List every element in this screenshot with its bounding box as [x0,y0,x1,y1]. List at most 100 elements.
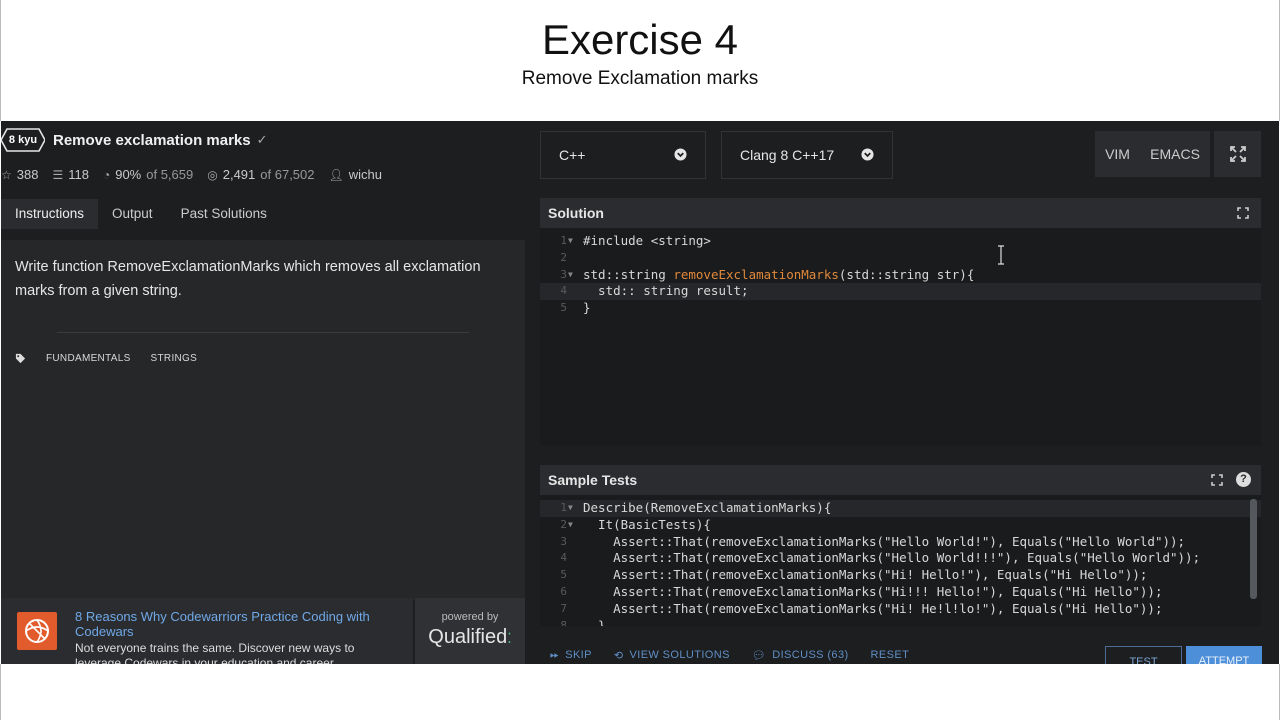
tab-past-solutions[interactable]: Past Solutions [167,199,281,229]
stack-icon: ☰ [52,167,64,182]
version-value: Clang 8 C++17 [740,147,835,163]
sample-tests-title: Sample Tests [548,472,638,488]
discuss-button[interactable]: 💬︎ DISCUSS (63) [752,649,849,662]
satisfaction-total: of 5,659 [146,167,194,182]
tab-output[interactable]: Output [98,199,167,229]
sample-tests-code[interactable]: 1 ▼ Describe(RemoveExclamationMarks){ 2 ▼ It… [540,500,1261,626]
code-text: std:: string result; [583,283,749,300]
language-value: C++ [559,147,586,163]
test-button[interactable]: TEST [1105,646,1182,664]
ad-title[interactable]: 8 Reasons Why Codewarriors Practice Codi… [75,609,395,639]
sample-tests-editor[interactable]: 1 ▼ Describe(RemoveExclamationMarks){ 2 ▼ It… [540,495,1261,626]
solution-header: Solution [540,198,1261,228]
code-text: Assert::That(removeExclamationMarks("Hel… [583,550,1201,566]
star-icon: ☆ [1,167,12,182]
code-text: } [583,300,591,317]
qualified-dots-icon: ⁚ [507,630,512,646]
qualified-badge[interactable]: powered by Qualified⁚ [415,598,525,664]
help-icon[interactable]: ? [1236,472,1251,487]
line-number: 2 [560,250,567,264]
line-number: 1 [560,234,567,247]
rank-badge: 8 kyu [1,128,45,152]
solution-code[interactable]: 1 ▼ #include <string> 2 3 ▼ std::string remove… [540,233,1261,317]
author-stat[interactable]: 👤︎ wichu [329,167,382,182]
fold-arrow-icon: ▼ [568,519,573,529]
completed-stat: ◎ 2,491 of 67,502 [207,167,314,182]
code-line: 1 ▼ Describe(RemoveExclamationMarks){ [540,500,1261,517]
line-number: 6 [560,584,567,598]
qualified-logo: Qualified⁚ [415,626,525,649]
stars-count: 388 [16,167,39,182]
fold-arrow-icon: ▼ [568,503,573,512]
code-line: 2 ▼ It(BasicTests){ [540,517,1261,534]
check-icon: ✓ [256,132,268,147]
fullscreen-button[interactable] [1214,131,1261,177]
slide-title: Exercise 4 [541,16,739,63]
code-segment: (std::string str){ [838,266,975,282]
skip-icon: ⏩︎ [550,648,560,661]
satisfaction-pct: 90% [115,167,142,182]
code-line: 3 Assert::That(removeExclamationMarks("H… [540,534,1261,551]
target-icon: ◎ [207,167,218,182]
expand-icon [1229,146,1246,162]
expand-icon[interactable] [1237,207,1249,219]
tag-fundamentals[interactable]: FUNDAMENTALS [46,353,131,364]
tab-instructions[interactable]: Instructions [1,199,99,229]
tag-strings[interactable]: STRINGS [151,353,198,364]
powered-by-label: powered by [441,611,499,623]
sample-tests-header: Sample Tests ? [540,465,1261,495]
code-line: 5 Assert::That(removeExclamationMarks("H… [540,567,1261,584]
collections-stat[interactable]: ☰ 118 [52,167,89,182]
fold-arrow-icon: ▼ [568,236,573,245]
emacs-button[interactable]: EMACS [1150,146,1200,162]
vim-button[interactable]: VIM [1105,146,1130,162]
line-number: 5 [560,568,567,582]
code-text: Assert::That(removeExclamationMarks("Hi!… [583,583,1163,599]
code-line: 4 Assert::That(removeExclamationMarks("H… [540,550,1261,567]
solution-title: Solution [548,205,604,221]
code-line: 2 [540,250,1261,267]
line-number: 7 [560,601,567,615]
code-line: 7 Assert::That(removeExclamationMarks("H… [540,601,1261,618]
codewars-app: 8 kyu Remove exclamation marks ✓ ☆ 388 ☰… [1,121,1279,664]
ad-text: Not everyone trains the same. Discover n… [75,641,355,664]
satisfaction-stat: ◔ 90% of 5,659 [103,167,193,182]
stars-stat[interactable]: ☆ 388 [1,167,38,182]
kata-header: 8 kyu Remove exclamation marks ✓ [1,127,268,153]
code-line: 6 Assert::That(removeExclamationMarks("H… [540,584,1261,601]
line-number: 4 [560,551,567,565]
code-text: Assert::That(removeExclamationMarks("Hi!… [583,600,1163,616]
code-segment: std::string [583,266,674,282]
line-number: 1 [560,501,567,514]
slide-footer [0,664,1280,720]
ad-banner[interactable]: 8 Reasons Why Codewarriors Practice Codi… [1,598,413,664]
solution-editor[interactable]: 1 ▼ #include <string> 2 3 ▼ std::string remove… [540,228,1261,446]
view-solutions-button[interactable]: ⟲ VIEW SOLUTIONS [614,649,730,662]
tag-list: FUNDAMENTALS STRINGS [15,353,197,364]
code-line: 5} [540,300,1261,317]
version-select[interactable]: Clang 8 C++17 [721,131,893,179]
code-segment: } [583,300,591,316]
kata-title[interactable]: Remove exclamation marks [53,132,251,149]
scrollbar[interactable] [1250,499,1257,599]
kata-tabs: Instructions Output Past Solutions [1,199,281,229]
expand-icon[interactable] [1211,474,1223,486]
user-icon: 👤︎ [328,167,344,182]
chevron-down-icon [674,148,687,161]
completed-count: 2,491 [222,167,256,182]
code-text: Assert::That(removeExclamationMarks("Hel… [583,533,1186,549]
attempt-button[interactable]: ATTEMPT [1186,646,1262,664]
skip-button[interactable]: ⏩︎ SKIP [550,649,592,662]
code-text: std::string removeExclamationMarks(std::… [583,267,974,284]
slide-header: Exercise 4 Remove Exclamation marks [0,0,1280,121]
code-text: Assert::That(removeExclamationMarks("Hi!… [583,567,1148,583]
skip-label: SKIP [565,649,592,661]
discuss-label: DISCUSS (63) [772,649,849,661]
text-cursor-icon [998,245,1004,265]
line-number: 5 [560,301,567,315]
reset-button[interactable]: RESET [871,649,910,661]
collections-count: 118 [68,167,89,182]
language-select[interactable]: C++ [540,131,706,179]
code-text: Describe(RemoveExclamationMarks){ [583,500,832,515]
code-text: } [583,617,606,626]
